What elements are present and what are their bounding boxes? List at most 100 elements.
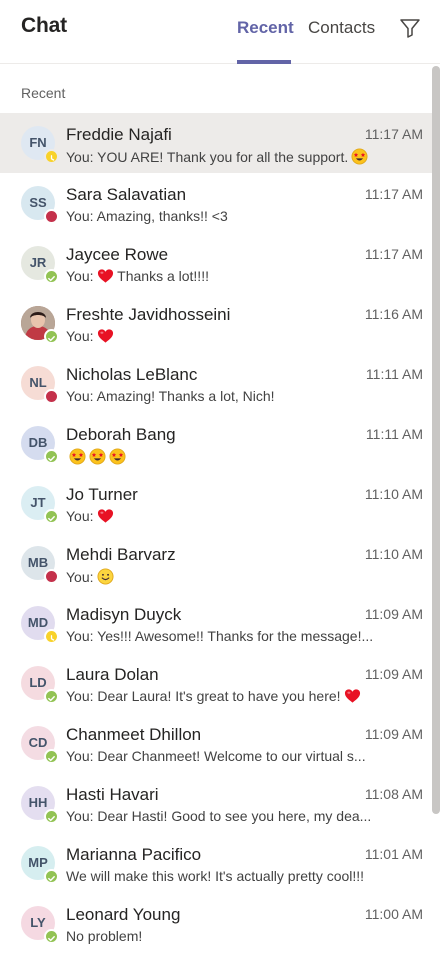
chat-list-item[interactable]: LD Laura Dolan 11:09 AM You: Dear Laura! It… — [0, 653, 432, 713]
timestamp: 11:10 AM — [364, 486, 423, 502]
filter-icon[interactable] — [398, 16, 422, 40]
message-preview: You: — [66, 568, 384, 585]
heart-emoji-icon — [341, 688, 361, 704]
timestamp: 11:16 AM — [364, 306, 423, 322]
message-preview-text: You: Dear Laura! It's great to have you … — [66, 688, 341, 704]
heart-emoji-icon — [94, 268, 114, 284]
message-preview-text: You: Amazing, thanks!! <3 — [66, 208, 228, 224]
message-preview-text: You: Dear Hasti! Good to see you here, m… — [66, 808, 372, 824]
avatar-initials: LY — [30, 915, 46, 930]
avatar-initials: NL — [29, 375, 47, 390]
chat-list: FN Freddie Najafi 11:17 AM You: YOU ARE! Th… — [0, 113, 432, 953]
timestamp: 11:01 AM — [364, 846, 423, 862]
heart-emoji-icon — [94, 508, 114, 524]
chat-list-item[interactable]: MP Marianna Pacifico 11:01 AM We will make … — [0, 833, 432, 893]
avatar-initials: LD — [29, 675, 47, 690]
message-preview: We will make this work! It's actually pr… — [66, 868, 384, 884]
message-preview-text: You: Amazing! Thanks a lot, Nich! — [66, 388, 275, 404]
chat-list-item[interactable]: DB Deborah Bang 11:11 AM — [0, 413, 432, 473]
timestamp: 11:00 AM — [364, 906, 423, 922]
presence-available-icon — [44, 749, 59, 764]
timestamp: 11:09 AM — [364, 606, 423, 622]
message-preview: No problem! — [66, 928, 384, 944]
chat-list-item[interactable]: FN Freddie Najafi 11:17 AM You: YOU ARE! Th… — [0, 113, 432, 173]
scrollbar[interactable] — [432, 66, 440, 814]
avatar-initials: JT — [30, 495, 46, 510]
presence-available-icon — [44, 449, 59, 464]
message-preview-text: You: — [66, 569, 94, 585]
contact-name: Laura Dolan — [66, 665, 159, 684]
chat-list-item[interactable]: MB Mehdi Barvarz 11:10 AM You: — [0, 533, 432, 593]
smile-emoji-icon — [94, 568, 114, 585]
message-preview-text: You: YOU ARE! Thank you for all the supp… — [66, 149, 349, 165]
message-preview-text: You: — [66, 328, 94, 344]
contact-name: Freshte Javidhosseini — [66, 305, 231, 324]
message-preview: You: — [66, 508, 384, 524]
message-preview: You: Thanks a lot!!!! — [66, 268, 384, 284]
message-preview-text: No problem! — [66, 928, 143, 944]
message-preview-text: You: — [66, 268, 94, 284]
chat-list-item[interactable]: HH Hasti Havari 11:08 AM You: Dear Hasti! G… — [0, 773, 432, 833]
contact-name: Madisyn Duyck — [66, 605, 182, 624]
presence-away-icon — [44, 629, 59, 644]
timestamp: 11:11 AM — [365, 366, 423, 382]
avatar-initials: MD — [27, 615, 49, 630]
chat-list-item[interactable]: NL Nicholas LeBlanc 11:11 AM You: Amazing! … — [0, 353, 432, 413]
message-preview-text: You: — [66, 508, 94, 524]
avatar-initials: FN — [29, 135, 47, 150]
avatar-initials: SS — [29, 195, 47, 210]
heart-emoji-icon — [94, 328, 114, 344]
active-tab-indicator — [237, 60, 291, 64]
presence-available-icon — [44, 509, 59, 524]
contact-name: Leonard Young — [66, 905, 181, 924]
timestamp: 11:09 AM — [364, 666, 423, 682]
timestamp: 11:10 AM — [364, 546, 423, 562]
tab-recent[interactable]: Recent — [237, 18, 294, 38]
star-struck-emoji-icon — [348, 148, 368, 165]
message-preview: You: Dear Laura! It's great to have you … — [66, 688, 384, 704]
chat-list-item[interactable]: JT Jo Turner 11:10 AM You: — [0, 473, 432, 533]
chat-list-item[interactable]: CD Chanmeet Dhillon 11:09 AM You: Dear Chan… — [0, 713, 432, 773]
contact-name: Hasti Havari — [66, 785, 159, 804]
message-preview: You: — [66, 328, 384, 344]
presence-busy-icon — [44, 389, 59, 404]
chat-list-item[interactable]: JR Jaycee Rowe 11:17 AM You: Thanks a lot!!… — [0, 233, 432, 293]
contact-name: Nicholas LeBlanc — [66, 365, 198, 384]
presence-available-icon — [44, 329, 59, 344]
timestamp: 11:09 AM — [364, 726, 423, 742]
page-title: Chat — [21, 14, 67, 37]
timestamp: 11:17 AM — [364, 126, 423, 142]
presence-available-icon — [44, 869, 59, 884]
timestamp: 11:17 AM — [364, 186, 423, 202]
message-preview-suffix: Thanks a lot!!!! — [113, 268, 209, 284]
presence-busy-icon — [44, 569, 59, 584]
chat-list-item[interactable]: MD Madisyn Duyck 11:09 AM You: Yes!!! Aweso… — [0, 593, 432, 653]
message-preview: You: Yes!!! Awesome!! Thanks for the mes… — [66, 628, 384, 644]
contact-name: Chanmeet Dhillon — [66, 725, 202, 744]
star-struck-emoji-icon — [86, 448, 106, 465]
section-label: Recent — [21, 85, 66, 101]
avatar-initials: JR — [29, 255, 47, 270]
contact-name: Deborah Bang — [66, 425, 176, 444]
timestamp: 11:17 AM — [364, 246, 423, 262]
contact-name: Mehdi Barvarz — [66, 545, 176, 564]
avatar-initials: MB — [27, 555, 49, 570]
presence-busy-icon — [44, 209, 59, 224]
message-preview-text: You: Yes!!! Awesome!! Thanks for the mes… — [66, 628, 374, 644]
chat-header: Chat Recent Contacts — [0, 0, 440, 64]
avatar-initials: HH — [28, 795, 48, 810]
contact-name: Marianna Pacifico — [66, 845, 202, 864]
message-preview-text: You: Dear Chanmeet! Welcome to our virtu… — [66, 748, 366, 764]
contact-name: Jaycee Rowe — [66, 245, 169, 264]
message-preview: You: Dear Chanmeet! Welcome to our virtu… — [66, 748, 384, 764]
chat-list-item[interactable]: SS Sara Salavatian 11:17 AM You: Amazing, t… — [0, 173, 432, 233]
contact-name: Sara Salavatian — [66, 185, 187, 204]
tab-contacts[interactable]: Contacts — [308, 18, 375, 38]
presence-available-icon — [44, 929, 59, 944]
chat-list-item[interactable]: Freshte Javidhosseini 11:16 AM You: — [0, 293, 432, 353]
message-preview — [66, 448, 384, 465]
chat-list-item[interactable]: LY Leonard Young 11:00 AM No problem! — [0, 893, 432, 953]
message-preview-text: We will make this work! It's actually pr… — [66, 868, 365, 884]
presence-available-icon — [44, 689, 59, 704]
presence-available-icon — [44, 809, 59, 824]
